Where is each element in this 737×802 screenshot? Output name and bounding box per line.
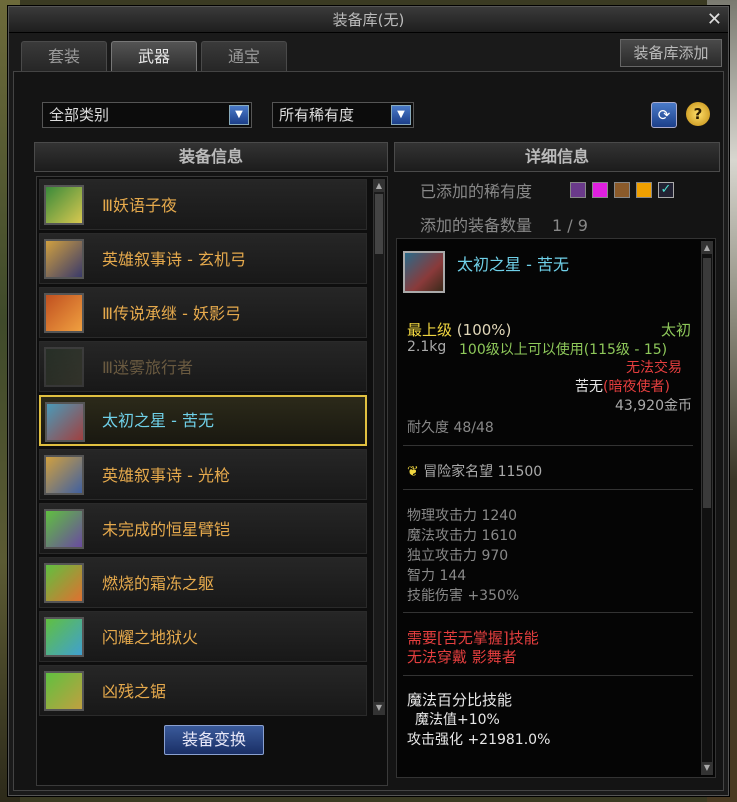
tab-set[interactable]: 套装 <box>21 41 107 71</box>
divider <box>403 489 693 490</box>
list-item[interactable]: Ⅲ迷雾旅行者 <box>39 341 367 392</box>
equipment-icon <box>45 402 85 442</box>
divider <box>403 445 693 446</box>
main-panel: 全部类别 ▼ 所有稀有度 ▼ ⟳ ? 装备信息 Ⅲ妖语子夜英雄叙事诗 - 玄机弓… <box>13 71 724 791</box>
add-to-library-button[interactable]: 装备库添加 <box>620 39 722 67</box>
equipment-icon <box>44 293 84 333</box>
help-icon[interactable]: ? <box>686 102 710 126</box>
equipment-icon <box>44 239 84 279</box>
divider <box>403 612 693 613</box>
titlebar: 装备库(无) ✕ <box>9 7 728 33</box>
skill-option-mp: 魔法值+10% <box>415 712 500 728</box>
skill-option-enhance: 攻击强化 +21981.0% <box>407 732 551 748</box>
equipment-name: Ⅲ迷雾旅行者 <box>102 358 194 377</box>
rarity-swatch <box>614 182 630 198</box>
rarity-swatch <box>592 182 608 198</box>
tab-treasure[interactable]: 通宝 <box>201 41 287 71</box>
rarity-select[interactable]: 所有稀有度 ▼ <box>272 102 414 128</box>
scroll-down-icon[interactable]: ▼ <box>702 762 712 774</box>
rarity-swatch <box>636 182 652 198</box>
equipment-name: 英雄叙事诗 - 光枪 <box>102 466 230 485</box>
equipment-name: 英雄叙事诗 - 玄机弓 <box>102 250 246 269</box>
item-detail-panel: 太初之星 - 苦无 最上级 (100%) 太初 2.1kg 100级以上可以使用… <box>396 238 716 778</box>
list-item[interactable]: 英雄叙事诗 - 玄机弓 <box>39 233 367 284</box>
tab-weapon[interactable]: 武器 <box>111 41 197 71</box>
list-item[interactable]: 闪耀之地狱火 <box>39 611 367 662</box>
skill-requirement: 需要[苦无掌握]技能 <box>407 629 539 647</box>
scrollbar-thumb[interactable] <box>703 258 711 508</box>
item-trade-status: 无法交易 <box>626 360 682 376</box>
item-level-requirement: 100级以上可以使用(115级 - 15) <box>459 342 668 358</box>
stat-row: 魔法攻击力 1610 <box>407 528 518 544</box>
category-select[interactable]: 全部类别 ▼ <box>42 102 252 128</box>
category-select-value: 全部类别 <box>49 106 110 124</box>
item-price: 43,920金币 <box>615 398 692 414</box>
stat-row: 智力 144 <box>407 568 467 584</box>
rarity-swatches: ✓ <box>570 182 674 198</box>
fame-row: ❦ 冒险家名望 11500 <box>407 464 543 480</box>
equipment-name: 闪耀之地狱火 <box>102 628 199 647</box>
stat-row: 技能伤害 +350% <box>407 588 520 604</box>
equipment-library-window: 装备库(无) ✕ 套装 武器 通宝 装备库添加 全部类别 ▼ 所有稀有度 ▼ ⟳… <box>8 6 729 796</box>
list-item[interactable]: 未完成的恒星臂铠 <box>39 503 367 554</box>
equipment-name: 未完成的恒星臂铠 <box>102 520 231 539</box>
rarity-swatch <box>570 182 586 198</box>
equipment-icon <box>44 185 84 225</box>
chevron-down-icon[interactable]: ▼ <box>229 105 249 125</box>
equipment-name: Ⅲ妖语子夜 <box>102 196 178 215</box>
item-class-requirement: 苦无(暗夜使者) <box>575 379 670 395</box>
divider <box>403 675 693 676</box>
added-count-row: 添加的装备数量 1 / 9 <box>420 212 588 236</box>
scroll-down-icon[interactable]: ▼ <box>374 702 384 714</box>
list-item[interactable]: 燃烧的霜冻之躯 <box>39 557 367 608</box>
scrollbar-thumb[interactable] <box>375 194 383 254</box>
chevron-down-icon[interactable]: ▼ <box>391 105 411 125</box>
item-rarity: 太初 <box>661 321 692 339</box>
equipment-change-button[interactable]: 装备变换 <box>164 725 264 755</box>
equipment-icon <box>44 509 84 549</box>
rarity-check-icon: ✓ <box>658 182 674 198</box>
equipment-name: 太初之星 - 苦无 <box>102 411 214 430</box>
list-item[interactable]: 凶残之锯 <box>39 665 367 716</box>
stat-row: 独立攻击力 970 <box>407 548 509 564</box>
equipment-icon <box>44 347 84 387</box>
added-rarity-label: 已添加的稀有度 <box>420 182 533 201</box>
list-item[interactable]: 英雄叙事诗 - 光枪 <box>39 449 367 500</box>
item-durability: 耐久度 48/48 <box>407 420 494 436</box>
equipment-icon <box>44 617 84 657</box>
equipment-icon <box>44 671 84 711</box>
window-title: 装备库(无) <box>332 11 405 29</box>
list-item[interactable]: 太初之星 - 苦无 <box>39 395 367 446</box>
added-count-label: 添加的装备数量 <box>420 216 533 235</box>
tab-bar: 套装 武器 通宝 <box>21 41 287 71</box>
stat-row: 物理攻击力 1240 <box>407 508 518 524</box>
detail-item-name: 太初之星 - 苦无 <box>457 255 569 274</box>
close-icon[interactable]: ✕ <box>707 9 722 31</box>
equipment-icon <box>44 563 84 603</box>
list-scrollbar[interactable]: ▲ ▼ <box>373 179 385 715</box>
equipment-icon <box>44 455 84 495</box>
equipment-info-header: 装备信息 <box>34 142 388 172</box>
item-grade: 最上级 (100%) <box>407 321 512 339</box>
refresh-icon[interactable]: ⟳ <box>651 102 677 128</box>
detail-info-header: 详细信息 <box>394 142 720 172</box>
item-weight: 2.1kg <box>407 339 447 355</box>
wear-restriction: 无法穿戴 影舞者 <box>407 648 517 666</box>
fame-icon: ❦ <box>407 464 419 480</box>
list-item[interactable]: Ⅲ传说承继 - 妖影弓 <box>39 287 367 338</box>
equipment-list-panel: Ⅲ妖语子夜英雄叙事诗 - 玄机弓 Ⅲ传说承继 - 妖影弓 Ⅲ迷雾旅行者太初之星 - … <box>36 176 388 786</box>
skill-option-title: 魔法百分比技能 <box>407 691 513 709</box>
detail-item-icon <box>403 251 445 293</box>
equipment-name: 燃烧的霜冻之躯 <box>102 574 215 593</box>
scroll-up-icon[interactable]: ▲ <box>374 180 384 192</box>
equipment-list: Ⅲ妖语子夜英雄叙事诗 - 玄机弓 Ⅲ传说承继 - 妖影弓 Ⅲ迷雾旅行者太初之星 - … <box>39 179 369 719</box>
scroll-up-icon[interactable]: ▲ <box>702 242 712 254</box>
list-item[interactable]: Ⅲ妖语子夜 <box>39 179 367 230</box>
equipment-name: Ⅲ传说承继 - 妖影弓 <box>102 304 241 323</box>
added-count-value: 1 / 9 <box>552 216 588 235</box>
rarity-select-value: 所有稀有度 <box>279 106 355 124</box>
equipment-name: 凶残之锯 <box>102 682 167 701</box>
detail-scrollbar[interactable]: ▲ ▼ <box>701 241 713 775</box>
